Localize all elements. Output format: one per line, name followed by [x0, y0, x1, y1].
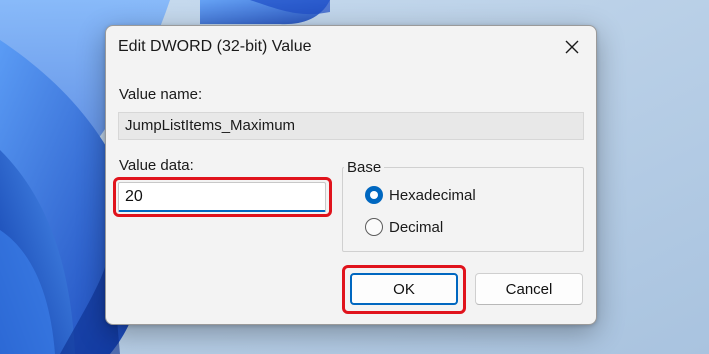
radio-checked-icon [365, 186, 383, 204]
dialog-titlebar: Edit DWORD (32-bit) Value [106, 26, 596, 68]
value-name-field: JumpListItems_Maximum [118, 112, 584, 140]
radio-decimal[interactable]: Decimal [365, 218, 443, 236]
cancel-button[interactable]: Cancel [475, 273, 583, 305]
dialog-title: Edit DWORD (32-bit) Value [118, 38, 312, 55]
radio-hexadecimal-label: Hexadecimal [389, 186, 476, 204]
value-data-label: Value data: [119, 157, 194, 174]
radio-decimal-label: Decimal [389, 218, 444, 236]
ok-button[interactable]: OK [350, 273, 458, 305]
close-button[interactable] [548, 26, 596, 68]
value-name-label: Value name: [119, 86, 203, 103]
radio-unchecked-icon [365, 218, 383, 236]
close-icon [565, 40, 579, 54]
base-legend: Base [344, 159, 385, 176]
edit-dword-dialog: Edit DWORD (32-bit) Value Value name: Ju… [105, 25, 597, 325]
base-groupbox [342, 167, 584, 252]
value-data-input[interactable] [118, 182, 326, 212]
radio-hexadecimal[interactable]: Hexadecimal [365, 186, 476, 204]
